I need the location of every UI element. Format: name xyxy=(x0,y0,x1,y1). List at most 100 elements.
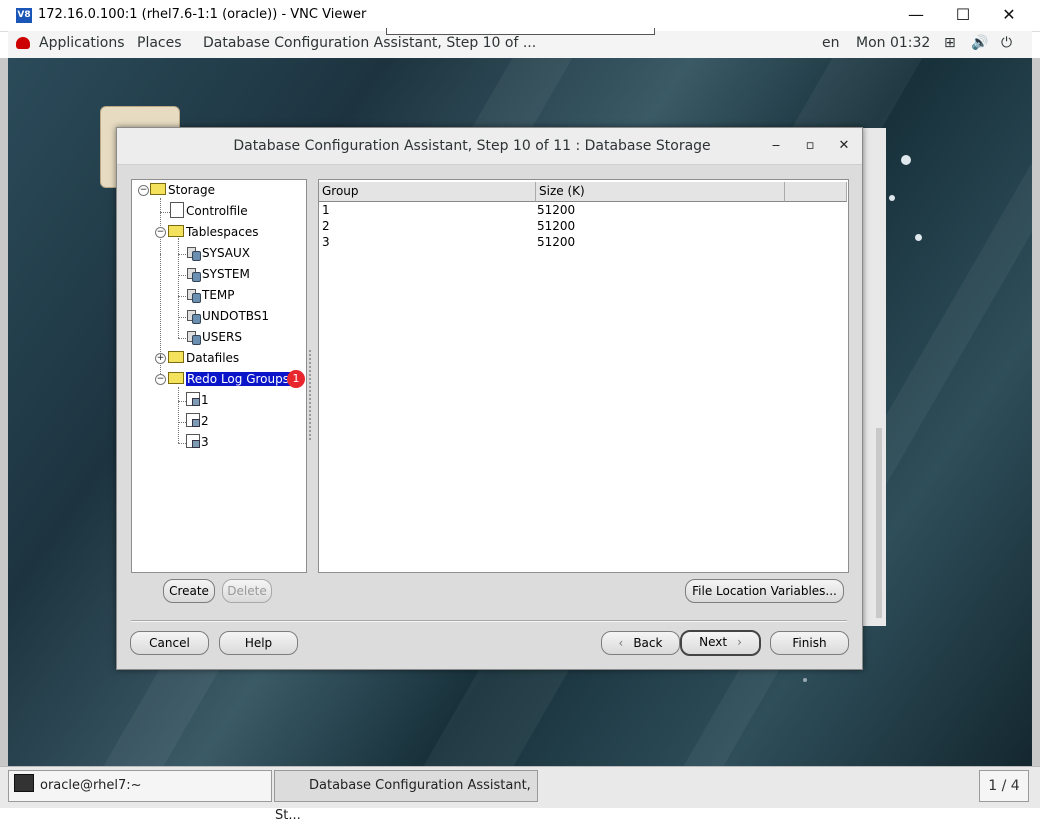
folder-icon xyxy=(168,225,184,237)
tree-node-tablespace-label: TEMP xyxy=(202,288,235,302)
tree-connector xyxy=(178,443,186,444)
column-header-empty xyxy=(785,182,847,202)
cell-size: 51200 xyxy=(537,235,576,249)
tree-connector xyxy=(160,198,161,254)
tree-node-storage-label: Storage xyxy=(168,183,215,197)
tree-connector xyxy=(178,422,186,423)
redo-log-icon xyxy=(186,392,200,406)
dialog-titlebar: Database Configuration Assistant, Step 1… xyxy=(117,128,862,165)
tablespace-icon xyxy=(186,288,201,303)
chevron-right-icon: › xyxy=(737,635,742,649)
dialog-minimize-button[interactable]: ‒ xyxy=(766,136,786,156)
redo-log-table: Group Size (K) 1 51200 2 51200 3 51200 xyxy=(318,179,849,573)
places-menu[interactable]: Places xyxy=(137,35,182,51)
tree-node-redo-group-label: 1 xyxy=(201,393,209,407)
tree-connector xyxy=(178,238,179,338)
tree-node-tablespace[interactable]: USERS xyxy=(186,327,242,347)
tree-node-redo-group[interactable]: 1 xyxy=(186,390,209,410)
notification-badge: 1 xyxy=(287,370,305,388)
cell-group: 2 xyxy=(322,219,330,233)
tree-collapse-tablespaces-icon[interactable]: − xyxy=(155,227,166,238)
tablespace-icon xyxy=(186,309,201,324)
background-window-scrollbar[interactable] xyxy=(876,428,882,618)
background-dot xyxy=(889,195,895,201)
tree-connector xyxy=(160,212,170,213)
tree-node-datafiles-label: Datafiles xyxy=(186,351,240,365)
tablespace-icon xyxy=(186,330,201,345)
table-header-row: Group Size (K) xyxy=(319,182,848,202)
delete-button[interactable]: Delete xyxy=(222,579,272,603)
workspace-pager[interactable]: 1 / 4 xyxy=(979,770,1029,802)
gnome-top-bar: Applications Places Database Configurati… xyxy=(8,31,1032,59)
folder-icon xyxy=(168,351,184,363)
tree-collapse-redo-icon[interactable]: − xyxy=(155,374,166,385)
redo-log-icon xyxy=(186,434,200,448)
taskbar-terminal[interactable]: oracle@rhel7:~ xyxy=(8,770,272,802)
redhat-icon xyxy=(16,37,30,49)
cancel-button[interactable]: Cancel xyxy=(130,631,209,655)
vnc-logo-icon: V8 xyxy=(16,8,32,23)
terminal-icon xyxy=(14,774,34,792)
create-button[interactable]: Create xyxy=(163,579,215,603)
tree-connector xyxy=(178,401,186,402)
tablespace-icon xyxy=(186,246,201,261)
power-icon[interactable]: ⏻ xyxy=(1001,35,1012,51)
tree-connector xyxy=(178,296,186,297)
tree-node-datafiles[interactable]: Datafiles xyxy=(168,348,239,368)
file-location-variables-button[interactable]: File Location Variables... xyxy=(685,579,844,603)
next-button[interactable]: Next › xyxy=(680,630,761,656)
panel-splitter[interactable] xyxy=(309,350,315,440)
tree-node-tablespace-label: UNDOTBS1 xyxy=(202,309,270,323)
finish-button[interactable]: Finish xyxy=(770,631,849,655)
taskbar-terminal-label: oracle@rhel7:~ xyxy=(40,778,142,793)
background-window xyxy=(860,128,886,626)
column-header-size[interactable]: Size (K) xyxy=(536,182,785,202)
background-dot xyxy=(901,155,911,165)
redo-log-icon xyxy=(186,413,200,427)
taskbar-dbca[interactable]: Database Configuration Assistant, St... xyxy=(274,770,538,823)
cell-size: 51200 xyxy=(537,219,576,233)
vnc-minimize-button[interactable]: — xyxy=(901,4,931,26)
background-dot xyxy=(803,678,807,682)
cell-size: 51200 xyxy=(537,203,576,217)
tree-expand-datafiles-icon[interactable]: + xyxy=(155,353,166,364)
vnc-close-button[interactable]: ✕ xyxy=(994,4,1024,26)
tree-node-redo-group[interactable]: 3 xyxy=(186,432,209,452)
window-fragment xyxy=(386,28,655,35)
tree-connector xyxy=(178,338,186,339)
vnc-maximize-button[interactable]: ☐ xyxy=(948,4,978,26)
tree-connector xyxy=(178,317,186,318)
tree-node-tablespaces[interactable]: Tablespaces xyxy=(168,222,259,242)
tree-node-redo-group-label: 2 xyxy=(201,414,209,428)
dialog-maximize-button[interactable]: ▫ xyxy=(800,136,820,156)
tree-node-tablespace[interactable]: SYSTEM xyxy=(186,264,250,284)
folder-icon xyxy=(168,372,184,384)
tree-node-tablespace[interactable]: UNDOTBS1 xyxy=(186,306,269,326)
taskbar-dbca-label: Database Configuration Assistant, St... xyxy=(275,778,531,823)
tree-node-tablespace[interactable]: TEMP xyxy=(186,285,235,305)
tree-collapse-storage-icon[interactable]: − xyxy=(138,185,149,196)
window-border-left xyxy=(0,58,8,766)
tree-connector xyxy=(178,275,186,276)
tree-node-controlfile[interactable]: Controlfile xyxy=(170,201,248,221)
tree-node-redo-log-groups[interactable]: Redo Log Groups xyxy=(168,369,291,389)
network-icon[interactable]: ⊞ xyxy=(944,35,956,51)
clock[interactable]: Mon 01:32 xyxy=(856,35,930,51)
language-indicator[interactable]: en xyxy=(822,35,840,51)
tree-connector xyxy=(178,387,179,443)
tree-node-storage[interactable]: Storage xyxy=(150,180,215,200)
back-button[interactable]: ‹ Back xyxy=(601,631,680,655)
applications-menu[interactable]: Applications xyxy=(39,35,125,51)
tree-connector xyxy=(178,254,186,255)
tree-node-tablespace-label: USERS xyxy=(202,330,242,344)
dialog-close-button[interactable]: ✕ xyxy=(834,136,854,156)
dbca-dialog: Database Configuration Assistant, Step 1… xyxy=(116,127,863,670)
storage-tree: − Storage Controlfile − Tablespaces SYSA… xyxy=(131,179,307,573)
volume-icon[interactable]: 🔊 xyxy=(971,35,988,51)
tree-node-redo-group[interactable]: 2 xyxy=(186,411,209,431)
tree-node-redo-log-groups-label: Redo Log Groups xyxy=(185,371,291,387)
tree-node-tablespace[interactable]: SYSAUX xyxy=(186,243,250,263)
active-window-menu[interactable]: Database Configuration Assistant, Step 1… xyxy=(203,35,536,51)
column-header-group[interactable]: Group xyxy=(319,182,536,202)
help-button[interactable]: Help xyxy=(219,631,298,655)
